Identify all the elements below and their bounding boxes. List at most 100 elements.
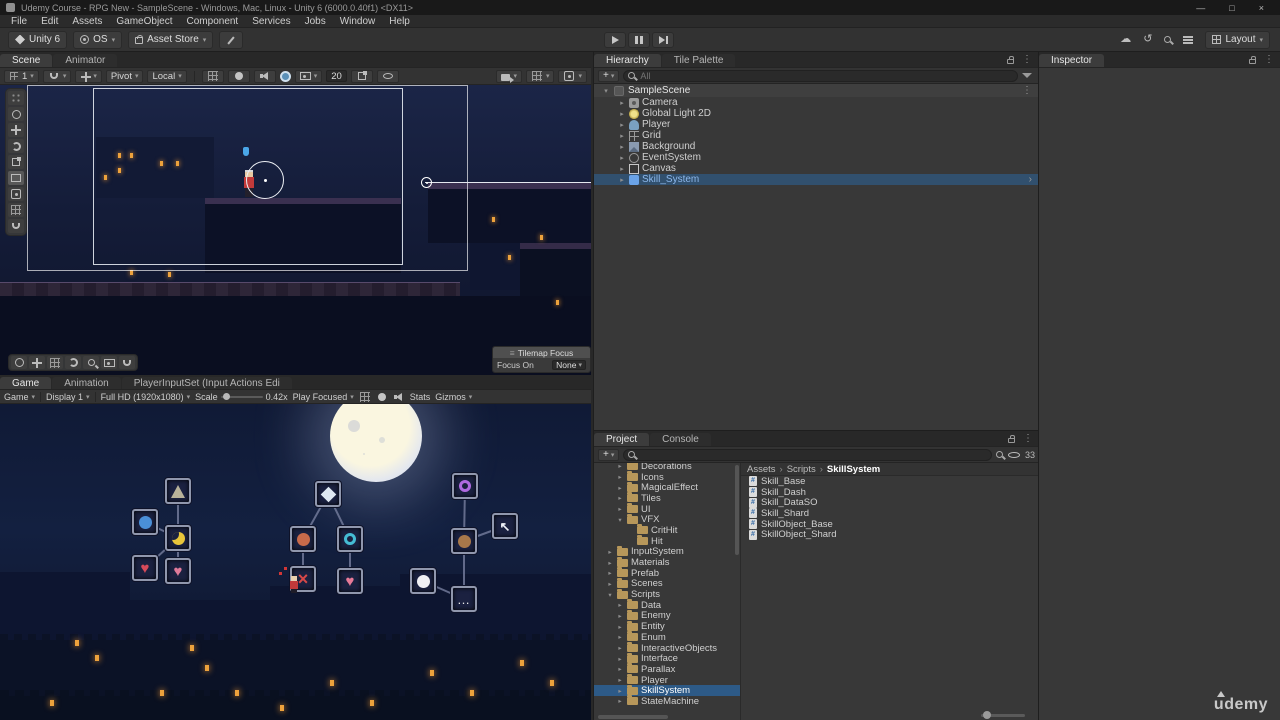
snap-settings-button[interactable]: ▾: [42, 69, 72, 83]
skill-node-crescent[interactable]: [165, 525, 191, 551]
minimize-button[interactable]: —: [1196, 3, 1205, 13]
hierarchy-item-eventsystem[interactable]: ▸ EventSystem: [594, 152, 1038, 163]
expand-arrow-icon[interactable]: ▸: [618, 143, 626, 151]
skill-node-diamond[interactable]: [315, 481, 341, 507]
expand-arrow-icon[interactable]: ▸: [606, 559, 614, 567]
expand-arrow-icon[interactable]: ▸: [616, 623, 624, 631]
expand-arrow-icon[interactable]: ▸: [616, 601, 624, 609]
expand-arrow-icon[interactable]: ▸: [606, 569, 614, 577]
lock-icon[interactable]: [1007, 55, 1014, 64]
project-file-skill_dash[interactable]: # Skill_Dash: [741, 487, 1039, 498]
expand-arrow-icon[interactable]: ▸: [616, 655, 624, 663]
scale-slider[interactable]: [220, 392, 263, 400]
expand-arrow-icon[interactable]: ▸: [618, 132, 626, 140]
vertical-scrollbar[interactable]: [735, 465, 739, 555]
breadcrumb-item[interactable]: Assets: [747, 464, 776, 475]
expand-arrow-icon[interactable]: ▾: [606, 591, 614, 599]
tilemap-focus-header[interactable]: ≡ Tilemap Focus: [493, 347, 590, 358]
skill-node-hearts[interactable]: ♥: [132, 555, 158, 581]
tab-hierarchy[interactable]: Hierarchy: [594, 54, 661, 67]
transform-tool[interactable]: [8, 187, 24, 201]
project-file-skillobject_base[interactable]: # SkillObject_Base: [741, 519, 1039, 530]
hierarchy-item-camera[interactable]: ▸ Camera: [594, 97, 1038, 108]
menu-item-gameobject[interactable]: GameObject: [109, 15, 179, 28]
scene-effects-toggle[interactable]: [279, 70, 291, 82]
hierarchy-item-skill-system[interactable]: ▸ Skill_System ›: [594, 174, 1038, 185]
camera-settings-dropdown[interactable]: ▾: [496, 69, 522, 83]
step-button[interactable]: [652, 32, 674, 48]
gizmos-dropdown[interactable]: Gizmos ▾: [435, 392, 472, 402]
project-folder-entity[interactable]: ▸ Entity: [594, 620, 740, 632]
project-folder-data[interactable]: ▸ Data: [594, 599, 740, 611]
hierarchy-scene-root[interactable]: ▾ SampleScene ⋮: [594, 84, 1038, 97]
expand-arrow-icon[interactable]: ▸: [606, 580, 614, 588]
expand-arrow-icon[interactable]: ▸: [616, 644, 624, 652]
tab-tile-palette[interactable]: Tile Palette: [661, 54, 736, 67]
skill-node-heart[interactable]: ♥: [337, 568, 363, 594]
selection-gizmo-circle[interactable]: [246, 161, 284, 199]
search-by-type-icon[interactable]: [995, 451, 1003, 458]
scene-lighting-button[interactable]: [227, 69, 250, 83]
skill-node-allies[interactable]: ♥: [165, 558, 191, 584]
close-button[interactable]: ×: [1259, 3, 1264, 13]
breadcrumb-item[interactable]: SkillSystem: [827, 464, 880, 475]
menu-item-jobs[interactable]: Jobs: [298, 15, 333, 28]
hierarchy-item-grid[interactable]: ▸ Grid: [594, 130, 1038, 141]
expand-arrow-icon[interactable]: ▸: [616, 494, 624, 502]
focus-on-dropdown[interactable]: None ▾: [552, 360, 586, 370]
move-tool[interactable]: [8, 123, 24, 137]
scene-nav-rotate-button[interactable]: [65, 356, 81, 369]
project-folder-magicaleffect[interactable]: ▸ MagicalEffect: [594, 481, 740, 493]
hierarchy-search-input[interactable]: [623, 69, 1018, 82]
menu-item-file[interactable]: File: [4, 15, 34, 28]
skill-node-cursor[interactable]: ↖: [492, 513, 518, 539]
skill-node-portal[interactable]: [452, 473, 478, 499]
unity-version-button[interactable]: Unity 6: [8, 30, 68, 49]
rotate-tool[interactable]: [8, 139, 24, 153]
effects-dropdown[interactable]: ▾: [294, 69, 323, 83]
snap-tool[interactable]: [8, 219, 24, 233]
mute-audio-icon[interactable]: [393, 391, 405, 403]
expand-arrow-icon[interactable]: ▾: [602, 87, 610, 95]
project-folder-scripts[interactable]: ▾ Scripts: [594, 588, 740, 600]
expand-arrow-icon[interactable]: ▸: [618, 99, 626, 107]
view-tool[interactable]: [8, 107, 24, 121]
capture-icon[interactable]: [359, 391, 370, 402]
scene-nav-view-button[interactable]: [11, 356, 27, 369]
tab-game[interactable]: Game: [0, 377, 52, 389]
project-folder-player[interactable]: ▸ Player: [594, 674, 740, 686]
project-folder-tiles[interactable]: ▸ Tiles: [594, 492, 740, 504]
menu-item-edit[interactable]: Edit: [34, 15, 65, 28]
project-folder-materials[interactable]: ▸ Materials: [594, 556, 740, 568]
project-folder-statemachine[interactable]: ▸ StateMachine: [594, 695, 740, 707]
expand-arrow-icon[interactable]: ▸: [616, 505, 624, 513]
skill-node-axe[interactable]: [165, 478, 191, 504]
grid-settings-dropdown[interactable]: ▾: [525, 69, 555, 83]
project-folder-hit[interactable]: Hit: [594, 535, 740, 547]
kebab-menu-icon[interactable]: ⋮: [1264, 54, 1274, 65]
search-icon[interactable]: [1164, 36, 1172, 43]
visibility-button[interactable]: [376, 69, 399, 83]
layers-icon[interactable]: [1183, 35, 1194, 38]
scale-tool[interactable]: [8, 155, 24, 169]
hierarchy-item-background[interactable]: ▸ Background: [594, 141, 1038, 152]
grid-tool[interactable]: [8, 203, 24, 217]
game-mode-dropdown[interactable]: Game ▾: [4, 392, 35, 402]
tool-settings-button[interactable]: ▾: [75, 69, 102, 83]
version-control-button[interactable]: [219, 30, 244, 49]
lock-icon[interactable]: [1008, 434, 1015, 443]
hierarchy-item-global-light-2d[interactable]: ▸ Global Light 2D: [594, 108, 1038, 119]
expand-arrow-icon[interactable]: ▸: [618, 176, 626, 184]
menu-item-component[interactable]: Component: [180, 15, 246, 28]
brush-button[interactable]: [350, 69, 373, 83]
lock-icon[interactable]: [1249, 55, 1256, 64]
play-focused-dropdown[interactable]: Play Focused ▾: [293, 392, 354, 402]
expand-arrow-icon[interactable]: ▸: [616, 484, 624, 492]
project-folder-vfx[interactable]: ▾ VFX: [594, 513, 740, 525]
tab-animation[interactable]: Animation: [52, 377, 121, 389]
expand-arrow-icon[interactable]: ▸: [616, 463, 624, 470]
horizontal-scrollbar[interactable]: [598, 715, 668, 719]
resolution-dropdown[interactable]: Full HD (1920x1080) ▾: [101, 392, 191, 402]
skill-node-ember[interactable]: [290, 526, 316, 552]
tab-playerinputset[interactable]: PlayerInputSet (Input Actions Edi: [121, 377, 292, 389]
